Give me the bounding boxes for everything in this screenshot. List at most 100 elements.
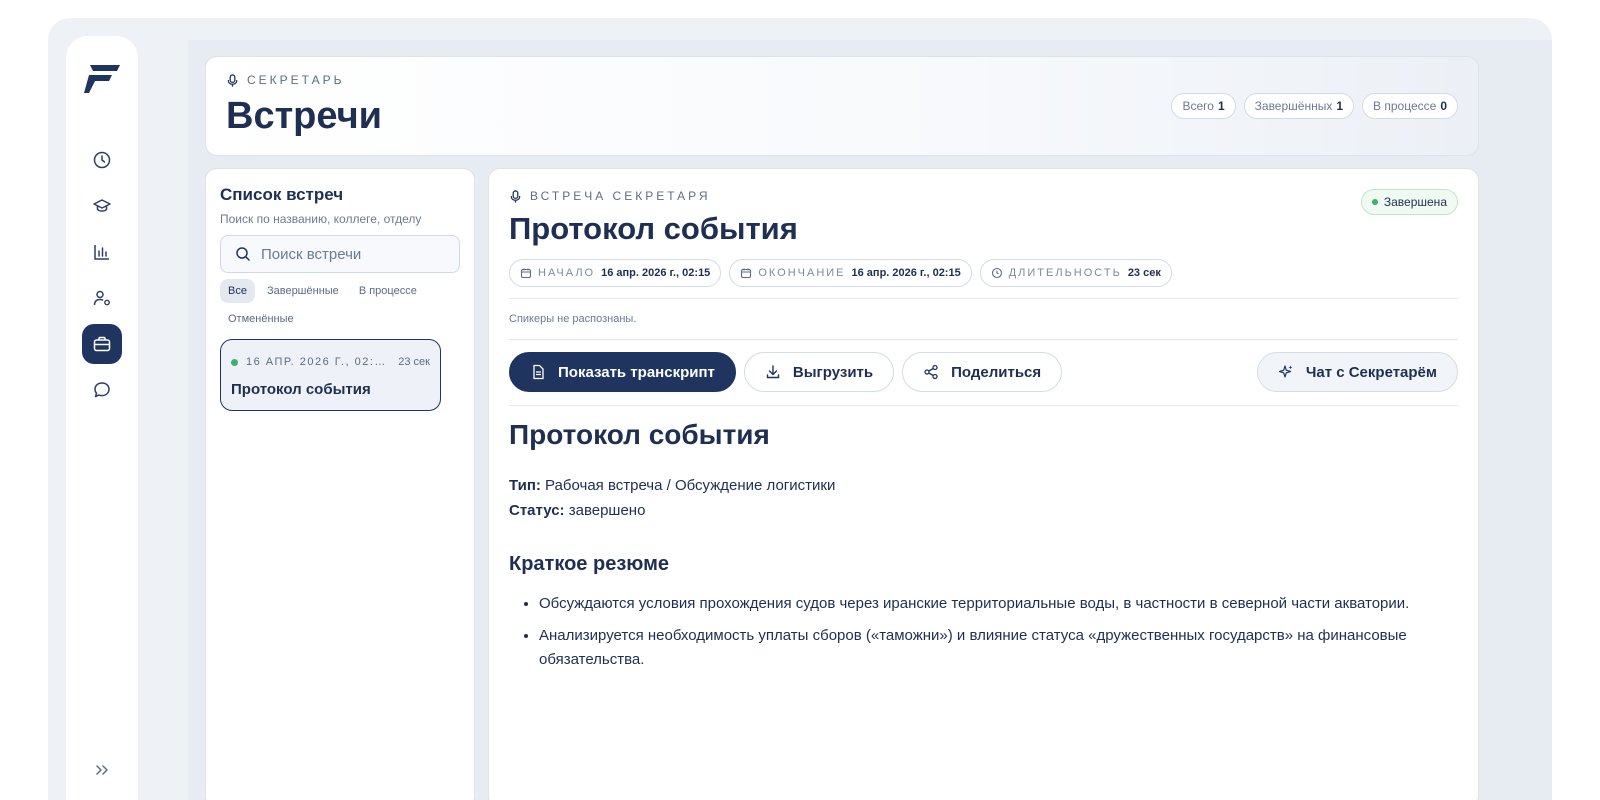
chat-bubble-icon — [94, 382, 110, 398]
status-value: завершено — [568, 502, 646, 519]
action-buttons: Показать транскрипт Выгрузить Поделиться — [509, 352, 1063, 392]
document-type-line: Тип: Рабочая встреча / Обсуждение логист… — [509, 473, 1459, 498]
divider — [509, 298, 1458, 299]
summary-heading: Краткое резюме — [509, 553, 669, 575]
summary-list: Обсуждаются условия прохождения судов че… — [509, 592, 1459, 672]
type-label: Тип: — [509, 477, 541, 494]
show-transcript-label: Показать транскрипт — [558, 363, 715, 381]
bar-chart-icon — [94, 245, 109, 260]
filter-all[interactable]: Все — [220, 279, 255, 303]
meeting-meta: 16 АПР. 2026 Г., 02:15 23 сек — [231, 356, 430, 368]
start-value: 16 апр. 2026 г., 02:15 — [601, 267, 711, 279]
share-button[interactable]: Поделиться — [902, 352, 1063, 392]
search-input[interactable] — [261, 245, 451, 263]
status-label: Завершена — [1383, 195, 1447, 209]
document-heading: Протокол события — [509, 419, 770, 450]
chat-with-secretary-button[interactable]: Чат с Секретарём — [1256, 352, 1458, 392]
chat-label: Чат с Секретарём — [1305, 363, 1437, 381]
graduation-cap-icon — [93, 199, 111, 212]
stat-total-label: Всего — [1182, 99, 1214, 113]
filter-cancelled[interactable]: Отменённые — [220, 307, 302, 331]
nav-chat[interactable] — [82, 370, 122, 410]
speakers-note: Спикеры не распознаны. — [509, 313, 637, 325]
nav-history[interactable] — [82, 140, 122, 180]
expand-sidebar-button[interactable] — [92, 760, 112, 780]
filter-tabs: Все Завершённые В процессе Отменённые — [220, 279, 460, 331]
document-icon — [533, 364, 544, 380]
stat-completed: Завершённых 1 — [1243, 93, 1355, 119]
filter-in-progress[interactable]: В процессе — [351, 279, 425, 303]
meeting-date: 16 АПР. 2026 Г., 02:15 — [246, 356, 386, 368]
status-dot — [1371, 199, 1378, 205]
time-info-row: НАЧАЛО 16 апр. 2026 г., 02:15 ОКОНЧАНИЕ … — [509, 259, 1172, 287]
divider — [509, 339, 1458, 340]
sparkles-icon — [1278, 365, 1293, 378]
calendar-icon — [520, 268, 532, 279]
main-content: СЕКРЕТАРЬ Встречи Всего 1 Завершённых 1 … — [188, 40, 1552, 800]
microphone-icon — [227, 73, 238, 87]
double-chevron-right-icon — [96, 765, 108, 775]
stat-total-value: 1 — [1217, 99, 1225, 113]
export-button[interactable]: Выгрузить — [743, 352, 895, 392]
header-kicker-label: СЕКРЕТАРЬ — [247, 73, 345, 87]
duration-value: 23 сек — [1127, 267, 1161, 279]
header-kicker: СЕКРЕТАРЬ — [226, 73, 344, 87]
clock-icon — [991, 267, 1002, 279]
duration-label: ДЛИТЕЛЬНОСТЬ — [1008, 267, 1122, 279]
status-label: Статус: — [509, 502, 565, 519]
detail-kicker-label: ВСТРЕЧА СЕКРЕТАРЯ — [530, 189, 711, 203]
end-time-pill: ОКОНЧАНИЕ 16 апр. 2026 г., 02:15 — [729, 259, 972, 287]
stat-total: Всего 1 — [1171, 93, 1236, 119]
briefcase-icon — [93, 336, 111, 352]
duration-pill: ДЛИТЕЛЬНОСТЬ 23 сек — [979, 259, 1172, 287]
nav-learning[interactable] — [82, 186, 122, 226]
user-settings-icon — [93, 290, 110, 306]
search-box — [220, 235, 460, 273]
divider — [509, 405, 1458, 406]
status-badge: Завершена — [1360, 189, 1458, 215]
app-frame: СЕКРЕТАРЬ Встречи Всего 1 Завершённых 1 … — [48, 18, 1552, 800]
page-header: СЕКРЕТАРЬ Встречи Всего 1 Завершённых 1 … — [205, 56, 1479, 156]
document-status-line: Статус: завершено — [509, 498, 1459, 523]
page-title: Встречи — [226, 95, 383, 137]
detail-title: Протокол события — [509, 211, 798, 246]
calendar-icon — [741, 268, 752, 279]
share-icon — [924, 364, 938, 380]
summary-item: Анализируется необходимость уплаты сборо… — [539, 624, 1459, 672]
status-dot — [231, 358, 238, 366]
microphone-icon — [510, 189, 521, 203]
export-label: Выгрузить — [792, 363, 874, 381]
end-label: ОКОНЧАНИЕ — [758, 267, 846, 279]
stat-in-progress-label: В процессе — [1373, 99, 1437, 113]
meeting-list-item[interactable]: 16 АПР. 2026 Г., 02:15 23 сек Протокол с… — [220, 339, 441, 411]
nav-meetings[interactable] — [82, 324, 122, 364]
nav-users[interactable] — [82, 278, 122, 318]
detail-kicker: ВСТРЕЧА СЕКРЕТАРЯ — [509, 189, 711, 203]
download-icon — [766, 365, 780, 379]
list-subtitle: Поиск по названию, коллеге, отделу — [220, 212, 422, 226]
nav-analytics[interactable] — [82, 232, 122, 272]
meetings-list-panel: Список встреч Поиск по названию, коллеге… — [205, 168, 475, 800]
stats-bar: Всего 1 Завершённых 1 В процессе 0 — [1171, 93, 1458, 119]
clock-icon — [93, 151, 111, 169]
summary-item: Обсуждаются условия прохождения судов че… — [539, 592, 1459, 616]
search-icon — [236, 247, 250, 261]
list-title: Список встреч — [220, 185, 344, 204]
start-time-pill: НАЧАЛО 16 апр. 2026 г., 02:15 — [509, 259, 722, 287]
stat-in-progress-value: 0 — [1440, 99, 1447, 113]
app-logo[interactable] — [84, 62, 122, 94]
stat-in-progress: В процессе 0 — [1362, 93, 1458, 119]
sidebar — [66, 36, 138, 800]
protocol-document: Протокол события Тип: Рабочая встреча / … — [509, 419, 1459, 680]
meeting-duration: 23 сек — [398, 356, 430, 368]
share-label: Поделиться — [951, 363, 1042, 381]
meeting-detail-panel: ВСТРЕЧА СЕКРЕТАРЯ Протокол события Завер… — [488, 168, 1479, 800]
filter-completed[interactable]: Завершённые — [259, 279, 347, 303]
meeting-title: Протокол события — [231, 381, 371, 398]
end-value: 16 апр. 2026 г., 02:15 — [851, 267, 961, 279]
show-transcript-button[interactable]: Показать транскрипт — [509, 352, 736, 392]
stat-completed-value: 1 — [1336, 99, 1344, 113]
type-value: Рабочая встреча / Обсуждение логистики — [545, 477, 836, 494]
start-label: НАЧАЛО — [538, 267, 596, 279]
stat-completed-label: Завершённых — [1254, 99, 1333, 113]
